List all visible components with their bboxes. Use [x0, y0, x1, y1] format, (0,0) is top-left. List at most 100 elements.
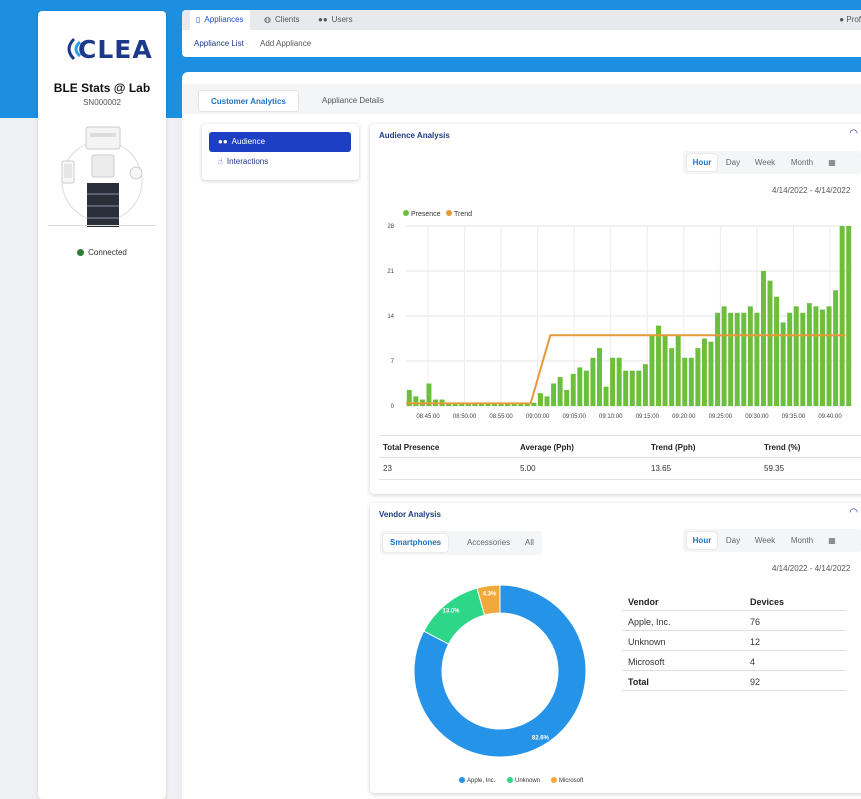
period-day[interactable]: Day: [721, 154, 745, 171]
clea-logo: CLEA: [60, 31, 152, 67]
calendar-icon[interactable]: ▦: [823, 532, 841, 549]
audience-analysis-card: Audience Analysis ◠ Hour Day Week Month …: [370, 124, 861, 494]
period-hour[interactable]: Hour: [687, 532, 717, 549]
table-divider: [622, 670, 846, 671]
presence-bar: [557, 377, 563, 406]
presence-bar: [767, 280, 773, 406]
legend-presence-label: Presence: [411, 211, 441, 218]
tab-appliances[interactable]: ▯ Appliances: [190, 10, 250, 30]
slice-label: 13.0%: [442, 608, 460, 614]
legend-trend-swatch: [446, 210, 452, 216]
slice-label: 4.3%: [483, 592, 497, 598]
presence-bar: [787, 312, 793, 406]
legend-swatch: [507, 777, 513, 783]
y-tick-label: 7: [391, 359, 395, 365]
profile-menu[interactable]: ● Prof: [839, 10, 861, 30]
period-week[interactable]: Week: [751, 154, 779, 171]
stat-header-trend-pph: Trend (Pph): [651, 443, 696, 452]
menu-item-interactions[interactable]: ☝ Interactions: [209, 152, 351, 172]
vendor-total-label: Total: [628, 677, 649, 687]
device-sidebar: CLEA BLE Stats @ Lab SN000002 Connected: [38, 11, 166, 799]
presence-bar: [715, 312, 721, 406]
stat-header-trend-pct: Trend (%): [764, 443, 801, 452]
refresh-icon[interactable]: ◠: [849, 128, 858, 139]
menu-item-audience[interactable]: ●● Audience: [209, 132, 351, 152]
date-range: 4/14/2022 - 4/14/2022: [772, 564, 851, 573]
stat-header-average: Average (Pph): [520, 443, 574, 452]
tab-label: Appliances: [204, 15, 244, 24]
presence-chart: Presence Trend 0 7 14 21 28 08:45:00 08:50:00 08:…: [387, 210, 852, 420]
presence-bar: [570, 373, 576, 406]
tab-label: Users: [331, 15, 353, 24]
add-appliance-link[interactable]: Add Appliance: [260, 39, 311, 48]
device-illustration: [61, 126, 143, 227]
status-label: Connected: [88, 248, 127, 257]
tab-users[interactable]: ●● Users: [312, 10, 359, 30]
period-week[interactable]: Week: [751, 532, 779, 549]
profile-label: Prof: [846, 15, 861, 24]
presence-bar: [656, 325, 661, 406]
presence-bar: [682, 357, 688, 406]
vendor-devices: 4: [750, 657, 756, 667]
presence-bar: [839, 226, 845, 406]
slice-label: 82.6%: [532, 736, 550, 742]
vendor-name: Microsoft: [628, 657, 665, 667]
x-tick-label: 09:00:00: [526, 414, 550, 420]
x-tick-label: 08:50:00: [453, 414, 477, 420]
tab-clients[interactable]: ◍ Clients: [258, 10, 305, 30]
legend-swatch: [459, 777, 465, 783]
appliance-list-link[interactable]: Appliance List: [194, 39, 244, 48]
presence-bar: [793, 306, 799, 406]
legend-label: Unknown: [515, 778, 540, 784]
sidebar-divider: [48, 225, 156, 226]
presence-bar: [760, 271, 766, 406]
x-tick-label: 09:35:00: [782, 414, 806, 420]
presence-bar: [820, 309, 825, 406]
vendor-name: Apple, Inc.: [628, 617, 671, 627]
vendor-name: Unknown: [628, 637, 666, 647]
vendor-devices: 12: [750, 637, 761, 647]
presence-bar: [544, 396, 550, 406]
vendor-analysis-card: Vendor Analysis ◠ Smartphones Accessorie…: [370, 503, 861, 793]
table-divider: [379, 479, 861, 480]
presence-bar: [833, 290, 839, 406]
vendor-total-devices: 92: [750, 677, 761, 687]
tab-appliance-details[interactable]: Appliance Details: [310, 90, 396, 112]
devices-column-header: Devices: [750, 597, 785, 607]
legend-label: Microsoft: [559, 778, 584, 784]
users-icon: ●●: [318, 15, 328, 24]
y-tick-label: 14: [387, 314, 394, 320]
x-tick-label: 08:45:00: [416, 414, 440, 420]
period-month[interactable]: Month: [785, 154, 819, 171]
tab-smartphones[interactable]: Smartphones: [383, 534, 449, 552]
tab-customer-analytics[interactable]: Customer Analytics: [198, 90, 299, 112]
tab-accessories[interactable]: Accessories: [460, 534, 517, 552]
presence-bar: [721, 306, 727, 406]
presence-bar: [662, 335, 668, 406]
x-tick-label: 09:15:00: [636, 414, 660, 420]
presence-bar: [734, 312, 740, 406]
stat-trend-pct: 59.35: [764, 464, 785, 473]
tab-all[interactable]: All: [518, 534, 541, 552]
calendar-icon[interactable]: ▦: [823, 154, 841, 171]
top-navigation: ▯ Appliances ◍ Clients ●● Users ● Prof Appl…: [182, 10, 861, 57]
device-serial: SN000002: [83, 98, 121, 107]
period-selector: Hour Day Week Month ▦: [683, 529, 861, 552]
analytics-tabs: Customer Analytics Appliance Details: [182, 84, 861, 114]
device-name: BLE Stats @ Lab: [53, 81, 151, 95]
period-month[interactable]: Month: [785, 532, 819, 549]
presence-bar: [747, 306, 753, 406]
presence-bar: [590, 357, 596, 406]
date-range: 4/14/2022 - 4/14/2022: [772, 186, 851, 195]
presence-bar: [800, 312, 806, 406]
presence-bar: [728, 312, 734, 406]
period-hour[interactable]: Hour: [687, 154, 717, 171]
presence-bar: [610, 357, 616, 406]
tab-label: Clients: [274, 15, 300, 24]
tablet-icon: ▯: [196, 15, 201, 24]
period-day[interactable]: Day: [721, 532, 745, 549]
vendor-donut-chart: 82.6% 13.0% 4.3% Apple, Inc. Unknown Microsof…: [413, 584, 587, 784]
presence-bar: [701, 338, 707, 406]
menu-item-label: Interactions: [226, 157, 269, 166]
refresh-icon[interactable]: ◠: [849, 507, 858, 518]
